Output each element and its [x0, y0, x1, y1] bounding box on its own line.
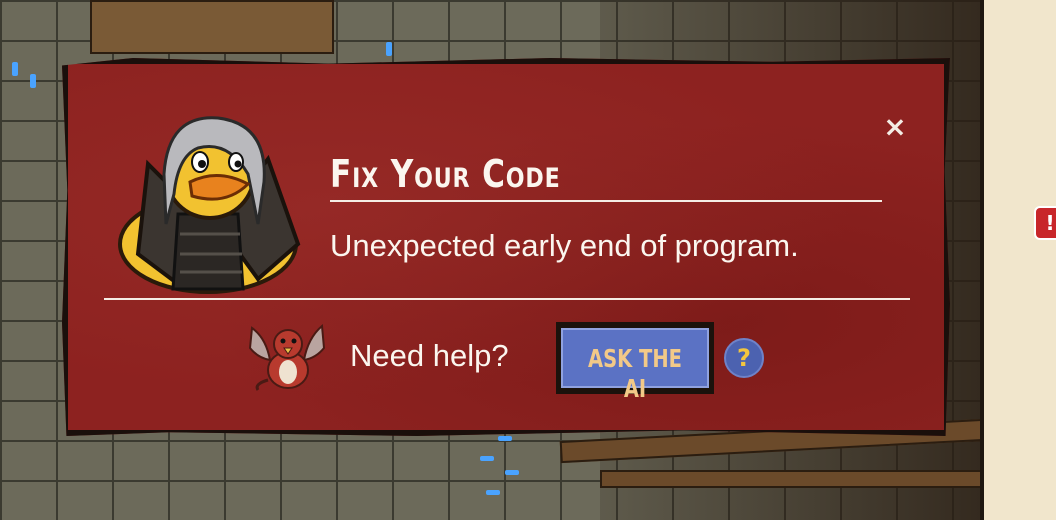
duck-hero-avatar — [118, 116, 301, 294]
help-icon[interactable]: ? — [724, 338, 764, 378]
code-editor-panel-edge — [980, 0, 1056, 520]
modal-title: Fix Your Code — [330, 152, 561, 196]
section-divider — [104, 298, 910, 300]
crystal-decoration — [486, 490, 500, 495]
crystal-decoration — [386, 42, 392, 56]
wooden-beam — [90, 0, 334, 54]
crystal-decoration — [30, 74, 36, 88]
close-icon[interactable]: × — [880, 112, 910, 142]
crystal-decoration — [480, 456, 494, 461]
crystal-decoration — [12, 62, 18, 76]
need-help-label: Need help? — [350, 338, 509, 373]
ask-the-ai-label: ASK THE AI — [588, 344, 682, 403]
ask-the-ai-button-face: ASK THE AI — [561, 328, 709, 403]
ask-the-ai-button[interactable]: ASK THE AI — [556, 322, 714, 403]
crystal-decoration — [505, 470, 519, 475]
crystal-decoration — [498, 436, 512, 441]
error-alert-icon[interactable]: ! — [1034, 206, 1056, 240]
griffin-pet-icon — [248, 323, 326, 391]
error-message: Unexpected early end of program. — [330, 228, 799, 263]
title-divider — [330, 200, 882, 202]
wooden-beam — [600, 470, 1004, 488]
